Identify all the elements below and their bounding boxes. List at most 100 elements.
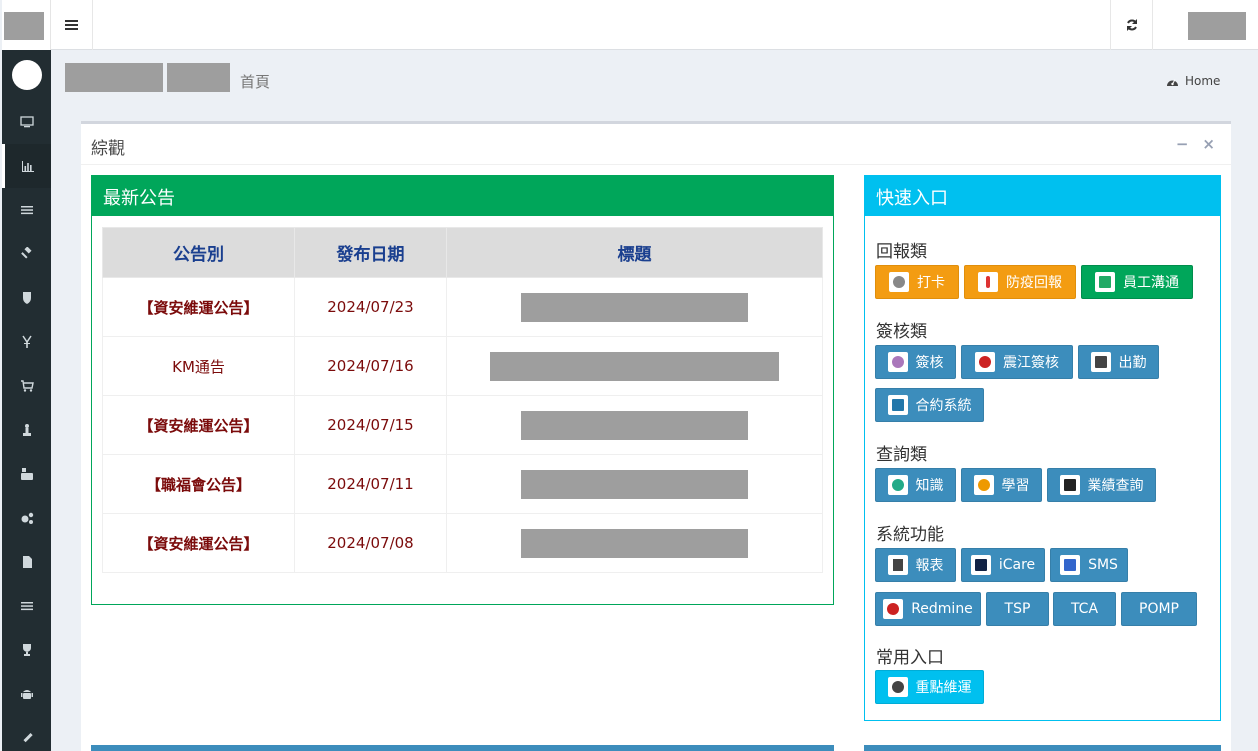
row-title-redacted[interactable] — [521, 292, 748, 322]
key-maintenance-button[interactable]: 重點維運 — [875, 670, 984, 704]
table-row[interactable]: 【職福會公告】 2024/07/11 — [102, 454, 823, 514]
report-icon — [887, 555, 908, 575]
row-title-cell[interactable] — [446, 395, 823, 455]
report-button[interactable]: 報表 — [875, 548, 956, 582]
row-title-redacted[interactable] — [490, 351, 779, 381]
button-label: 出勤 — [1118, 355, 1147, 371]
page-title-redacted-2 — [167, 63, 230, 92]
row-category: KM通告 — [102, 336, 295, 396]
button-label: 打卡 — [917, 275, 945, 291]
learn-icon — [973, 475, 994, 495]
button-label: 合約系統 — [915, 398, 972, 414]
employee-communication-button[interactable]: 員工溝通 — [1081, 265, 1193, 299]
user-menu[interactable] — [1188, 12, 1246, 40]
table-row[interactable]: 【資安維運公告】 2024/07/23 — [102, 277, 823, 337]
dashboard-icon — [1167, 78, 1178, 86]
next-panel-header — [91, 745, 834, 751]
close-icon[interactable]: × — [1202, 135, 1215, 153]
announcements-panel: 最新公告 公告別 發布日期 標題 【資安維運公告】 2024/07/23 KM通… — [91, 175, 834, 605]
android-icon[interactable] — [2, 672, 51, 716]
breadcrumb[interactable]: Home — [1166, 74, 1220, 88]
breadcrumb-home[interactable]: Home — [1185, 74, 1220, 88]
table-row[interactable]: 【資安維運公告】 2024/07/15 — [102, 395, 823, 455]
overview-title: 綜觀 — [91, 139, 125, 159]
contract-system-button[interactable]: 合約系統 — [875, 388, 984, 422]
icare-icon — [970, 555, 991, 575]
table-row[interactable]: 【資安維運公告】 2024/07/08 — [102, 513, 823, 573]
cogs-icon[interactable] — [2, 496, 51, 540]
avatar[interactable] — [12, 60, 42, 90]
button-label: iCare — [998, 557, 1036, 573]
button-label: 知識 — [915, 478, 944, 494]
trophy-icon[interactable] — [2, 628, 51, 672]
calendar-icon — [1090, 352, 1111, 372]
learning-button[interactable]: 學習 — [961, 468, 1042, 502]
youtube-icon[interactable] — [2, 452, 51, 496]
file-icon[interactable] — [2, 540, 51, 584]
button-label: TSP — [1004, 601, 1031, 617]
collapse-icon[interactable]: − — [1176, 135, 1189, 153]
button-label: Redmine — [911, 601, 973, 617]
row-category: 【資安維運公告】 — [102, 277, 295, 337]
row-category: 【職福會公告】 — [102, 454, 295, 514]
yen-icon[interactable] — [2, 320, 51, 364]
knowledge-button[interactable]: 知識 — [875, 468, 956, 502]
cart-icon[interactable] — [2, 364, 51, 408]
table-row[interactable]: KM通告 2024/07/16 — [102, 336, 823, 396]
announcements-table: 公告別 發布日期 標題 【資安維運公告】 2024/07/23 KM通告 202… — [102, 227, 823, 573]
tsp-button[interactable]: TSP — [986, 592, 1049, 626]
chart-icon — [1059, 475, 1080, 495]
overview-box: 綜觀 − × 最新公告 公告別 發布日期 標題 【資安維運公告】 2024/07… — [81, 121, 1231, 751]
ecs-icon — [887, 395, 908, 415]
sign-icon — [887, 352, 908, 372]
button-label: 報表 — [915, 558, 944, 574]
sms-button[interactable]: SMS — [1050, 548, 1128, 582]
eye-icon — [887, 475, 908, 495]
row-title-cell[interactable] — [446, 336, 823, 396]
refresh-icon[interactable] — [1110, 0, 1153, 50]
row-title-redacted[interactable] — [521, 528, 748, 558]
button-label: 重點維運 — [915, 680, 972, 696]
page-title-redacted — [65, 63, 163, 92]
row-title-cell[interactable] — [446, 513, 823, 573]
row-date: 2024/07/16 — [294, 336, 447, 396]
row-title-redacted[interactable] — [521, 469, 748, 499]
pomp-button[interactable]: POMP — [1121, 592, 1197, 626]
gavel-icon[interactable] — [2, 232, 51, 276]
button-label: 簽核 — [915, 355, 944, 371]
chess-icon[interactable] — [2, 408, 51, 452]
box-tools: − × — [1176, 135, 1215, 153]
bar-chart-icon[interactable] — [2, 144, 51, 188]
section-label: 簽核類 — [876, 322, 927, 342]
hamburger-menu-icon[interactable] — [51, 0, 93, 50]
zhenjiang-sign-button[interactable]: 震江簽核 — [961, 345, 1073, 379]
clock-in-button[interactable]: 打卡 — [875, 265, 959, 299]
tca-button[interactable]: TCA — [1053, 592, 1116, 626]
row-title-cell[interactable] — [446, 454, 823, 514]
monitor-icon[interactable] — [2, 100, 51, 144]
top-header — [51, 0, 1258, 50]
list-icon[interactable] — [2, 188, 51, 232]
row-date: 2024/07/08 — [294, 513, 447, 573]
column-header: 標題 — [446, 227, 823, 278]
button-label: 防疫回報 — [1006, 275, 1062, 291]
maintenance-icon — [887, 677, 908, 697]
attendance-button[interactable]: 出勤 — [1078, 345, 1159, 379]
sign-off-button[interactable]: 簽核 — [875, 345, 956, 379]
list-icon[interactable] — [2, 584, 51, 628]
icare-button[interactable]: iCare — [961, 548, 1045, 582]
row-category: 【資安維運公告】 — [102, 395, 295, 455]
shield-icon[interactable] — [2, 276, 51, 320]
epidemic-report-button[interactable]: 防疫回報 — [964, 265, 1076, 299]
row-title-redacted[interactable] — [521, 410, 748, 440]
section-label: 系統功能 — [876, 525, 944, 545]
section-label: 常用入口 — [876, 648, 944, 668]
performance-query-button[interactable]: 業績查詢 — [1047, 468, 1156, 502]
table-header-row: 公告別 發布日期 標題 — [102, 227, 823, 278]
row-title-cell[interactable] — [446, 277, 823, 337]
clock-icon — [889, 272, 909, 292]
page-subtitle: 首頁 — [240, 73, 271, 91]
eyedropper-icon[interactable] — [2, 716, 51, 751]
redmine-button[interactable]: Redmine — [875, 592, 981, 626]
thermometer-icon — [978, 272, 998, 292]
